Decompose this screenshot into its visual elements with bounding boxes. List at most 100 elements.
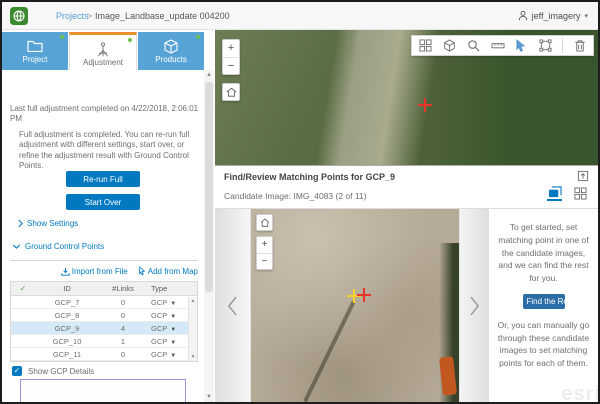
table-row[interactable]: GCP_101GCP▼ — [11, 335, 197, 348]
start-over-button[interactable]: Start Over — [66, 194, 140, 210]
gcp-type-dropdown[interactable]: GCP▼ — [147, 298, 189, 307]
panel-scrollbar[interactable]: ▲ ▼ — [204, 70, 214, 402]
previous-image-button[interactable] — [215, 209, 251, 403]
table-scrollbar[interactable]: ▲ ▼ — [188, 297, 197, 361]
gcp-type-dropdown[interactable]: GCP▼ — [147, 337, 189, 346]
photo-zoom-control: + − — [256, 236, 273, 270]
show-settings-toggle[interactable]: Show Settings — [18, 219, 78, 228]
zoom-out-button[interactable]: − — [257, 253, 272, 269]
folder-icon — [27, 39, 43, 53]
view-toggles — [547, 186, 588, 201]
matching-point-red-cross[interactable] — [357, 288, 371, 302]
table-row[interactable]: GCP_94GCP▼ — [11, 322, 197, 335]
gcp-photo-preview: Photo not available — [20, 379, 186, 402]
gcp-table-header: ✓ ID #Links Type — [11, 282, 197, 296]
breadcrumb-separator: > — [87, 11, 92, 21]
app-window: Projects > Image_Landbase_update 004200 … — [0, 0, 600, 404]
map-zoom-control: + − — [222, 39, 240, 75]
gcp-id: GCP_11 — [35, 350, 99, 359]
import-label: Import from File — [72, 267, 128, 276]
left-panel: Project Adjustment Products ▲ ▼ Last ful… — [2, 30, 215, 402]
dropdown-caret-icon: ▼ — [170, 314, 176, 320]
col-header-links: #Links — [99, 284, 147, 293]
col-header-id: ID — [35, 284, 99, 293]
gcp-type-dropdown[interactable]: GCP▼ — [147, 350, 189, 359]
tab-adjustment[interactable]: Adjustment — [69, 32, 137, 70]
image-collection-icon[interactable] — [418, 38, 433, 53]
gcp-links: 0 — [99, 298, 147, 307]
gcp-id: GCP_10 — [35, 337, 99, 346]
scroll-down-icon[interactable]: ▼ — [204, 392, 214, 402]
panel-title: Find/Review Matching Points for GCP_9 — [224, 172, 395, 182]
gcp-table: ✓ ID #Links Type GCP_70GCP▼ GCP_80GCP▼ G… — [10, 281, 198, 362]
tab-label: Adjustment — [83, 58, 123, 67]
gcp-links: 1 — [99, 337, 147, 346]
gcp-section-toggle[interactable]: Ground Control Points — [12, 242, 104, 251]
zoom-out-button[interactable]: − — [223, 57, 239, 74]
gcp-actions: Import from File Add from Map — [10, 266, 198, 276]
col-header-type: Type — [147, 284, 189, 293]
breadcrumb-projects-link[interactable]: Projects — [56, 11, 89, 21]
scroll-down-icon[interactable]: ▼ — [189, 353, 197, 361]
delete-icon[interactable] — [572, 38, 587, 53]
status-dot-icon — [196, 35, 200, 39]
instruction-start-text: To get started, set matching point in on… — [495, 221, 592, 285]
gcp-id: GCP_8 — [35, 311, 99, 320]
gcp-links: 0 — [99, 350, 147, 359]
import-icon — [61, 267, 70, 276]
extent-icon[interactable] — [538, 38, 553, 53]
status-dot-icon — [60, 35, 64, 39]
select-point-icon[interactable] — [514, 38, 529, 53]
candidate-image[interactable]: + − — [251, 209, 459, 403]
cube-icon — [163, 39, 179, 53]
import-from-file-link[interactable]: Import from File — [61, 266, 128, 276]
show-gcp-details-checkbox[interactable]: ✓ — [12, 366, 22, 376]
card-view-icon[interactable] — [547, 186, 562, 201]
person-icon — [518, 10, 528, 21]
divider — [10, 260, 198, 261]
add-from-map-link[interactable]: Add from Map — [138, 266, 198, 276]
gcp-links: 0 — [99, 311, 147, 320]
dock-panel-icon[interactable] — [577, 170, 589, 182]
table-row[interactable]: GCP_80GCP▼ — [11, 309, 197, 322]
find-review-panel: Find/Review Matching Points for GCP_9 Ca… — [215, 165, 598, 402]
user-name: jeff_imagery — [532, 11, 581, 21]
scroll-thumb[interactable] — [205, 82, 213, 292]
user-menu[interactable]: jeff_imagery ▾ — [518, 10, 588, 21]
gcp-type-dropdown[interactable]: GCP▼ — [147, 324, 189, 333]
scroll-up-icon[interactable]: ▲ — [189, 297, 197, 305]
zoom-in-button[interactable]: + — [223, 40, 239, 57]
next-image-button[interactable] — [459, 209, 489, 403]
map-toolbar — [411, 35, 594, 56]
adjustment-tripod-icon — [95, 42, 111, 56]
candidate-image-label: Candidate Image: IMG_4083 (2 of 11) — [224, 191, 367, 201]
find-the-rest-button[interactable]: Find the Rest — [523, 294, 565, 309]
panel-tabs: Project Adjustment Products — [2, 32, 204, 70]
chevron-down-icon: ▾ — [584, 12, 588, 20]
layers-hexagon-icon[interactable] — [442, 38, 457, 53]
tab-products[interactable]: Products — [138, 32, 204, 70]
map-view[interactable]: + − — [215, 30, 598, 165]
scroll-up-icon[interactable]: ▲ — [204, 70, 214, 80]
tab-project[interactable]: Project — [2, 32, 68, 70]
tab-label: Project — [23, 55, 48, 64]
home-icon[interactable] — [257, 215, 272, 230]
rerun-full-button[interactable]: Re-run Full — [66, 171, 140, 187]
adjustment-description-text: Full adjustment is completed. You can re… — [19, 130, 197, 172]
dropdown-caret-icon: ▼ — [170, 340, 176, 346]
gcp-marker-red-cross[interactable] — [418, 98, 432, 112]
esri-watermark: esri — [561, 379, 598, 403]
show-gcp-details-label: Show GCP Details — [28, 367, 94, 376]
zoom-in-button[interactable]: + — [257, 237, 272, 253]
table-row[interactable]: GCP_70GCP▼ — [11, 296, 197, 309]
search-icon[interactable] — [466, 38, 481, 53]
project-title: Image_Landbase_update 004200 — [95, 11, 230, 21]
status-dot-icon — [128, 38, 132, 42]
gcp-section-label: Ground Control Points — [25, 242, 104, 251]
toolbar-separator — [562, 38, 563, 53]
home-icon[interactable] — [223, 84, 239, 100]
measure-icon[interactable] — [490, 38, 505, 53]
grid-view-icon[interactable] — [573, 186, 588, 201]
table-row[interactable]: GCP_110GCP▼ — [11, 348, 197, 361]
gcp-type-dropdown[interactable]: GCP▼ — [147, 311, 189, 320]
